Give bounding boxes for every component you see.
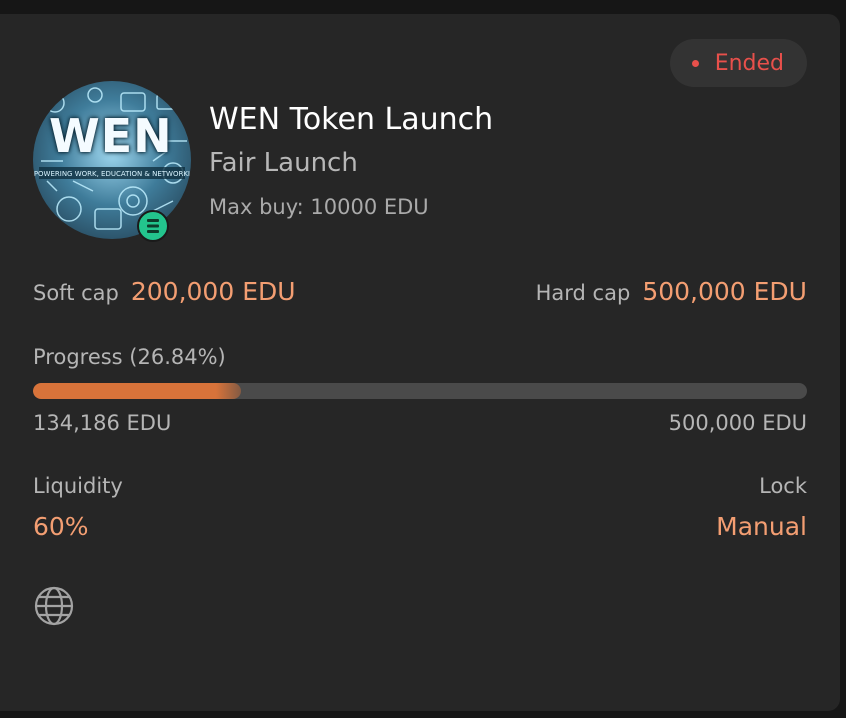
edu-chain-icon [137, 210, 169, 242]
progress-label: Progress (26.84%) [33, 345, 226, 369]
hard-cap-label: Hard cap [535, 281, 631, 305]
target-amount: 500,000 EDU [668, 411, 807, 435]
liquidity-label: Liquidity [33, 474, 123, 498]
progress-bar-fill [33, 383, 241, 399]
status-label: Ended [714, 50, 784, 76]
globe-icon[interactable] [33, 585, 75, 627]
soft-cap: Soft cap 200,000 EDU [33, 277, 296, 306]
hard-cap-value: 500,000 EDU [642, 277, 807, 306]
caps-row: Soft cap 200,000 EDU Hard cap 500,000 EDU [33, 277, 807, 309]
soft-cap-value: 200,000 EDU [130, 277, 296, 306]
liquidity-lock-labels: Liquidity Lock [33, 474, 807, 498]
hard-cap: Hard cap 500,000 EDU [536, 277, 807, 306]
lock-label: Lock [759, 474, 807, 498]
liquidity-lock-values: 60% Manual [33, 512, 807, 541]
lock-value: Manual [716, 512, 807, 541]
liquidity-value: 60% [33, 512, 89, 541]
soft-cap-label: Soft cap [33, 281, 119, 305]
launch-type: Fair Launch [209, 148, 358, 178]
progress-bar [33, 383, 807, 399]
status-badge: Ended [669, 39, 807, 87]
max-buy: Max buy: 10000 EDU [209, 195, 429, 219]
progress-values: 134,186 EDU 500,000 EDU [33, 411, 807, 435]
svg-text:EMPOWERING WORK, EDUCATION & N: EMPOWERING WORK, EDUCATION & NETWORKING [33, 170, 191, 178]
project-title: WEN Token Launch [209, 102, 494, 137]
raised-amount: 134,186 EDU [33, 411, 172, 435]
launch-card[interactable]: Ended EMPOWERING WORK, EDUCATION & NETWO… [0, 14, 840, 711]
project-logo: EMPOWERING WORK, EDUCATION & NETWORKING … [33, 81, 191, 239]
status-dot [691, 59, 699, 67]
logo-text: WEN [49, 109, 173, 163]
